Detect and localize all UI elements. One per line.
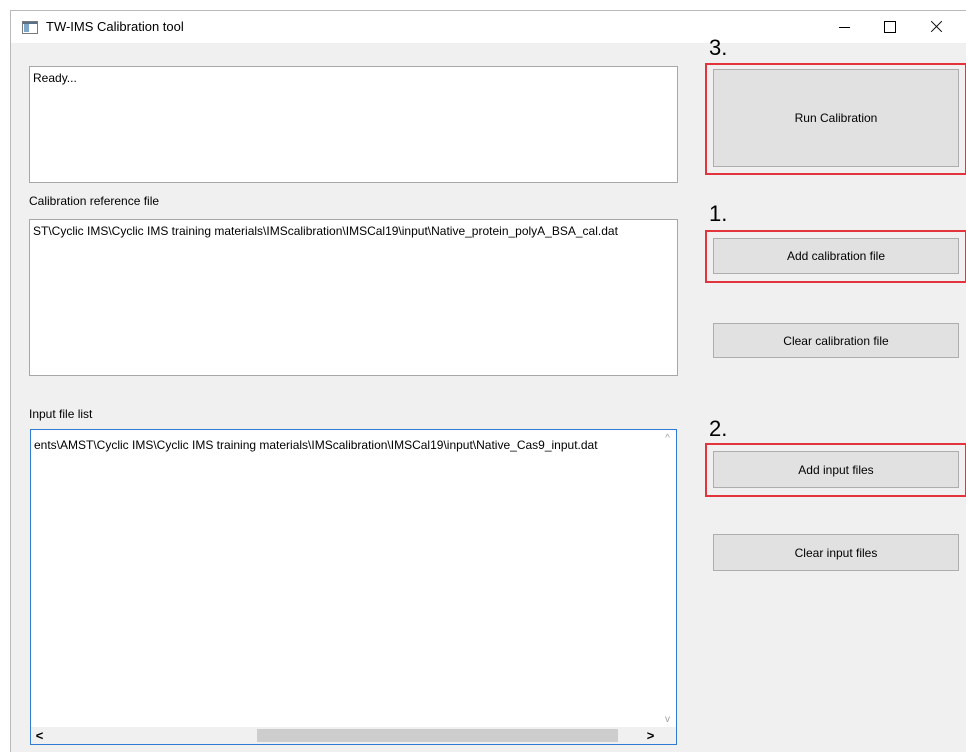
app-icon	[22, 21, 38, 34]
calibration-file-path: ST\Cyclic IMS\Cyclic IMS training materi…	[33, 224, 618, 238]
step-1-label: 1.	[709, 201, 728, 226]
title-bar[interactable]: TW-IMS Calibration tool	[11, 11, 966, 43]
horizontal-scrollbar[interactable]: < >	[31, 727, 659, 744]
input-list-label: Input file list	[29, 407, 93, 421]
step-3-label: 3.	[709, 35, 728, 60]
status-text: Ready...	[33, 71, 77, 85]
add-input-files-button[interactable]: Add input files	[713, 451, 959, 488]
minimize-icon	[838, 26, 850, 28]
clear-input-files-button[interactable]: Clear input files	[713, 534, 959, 571]
maximize-button[interactable]	[867, 11, 913, 43]
input-file-list[interactable]: ents\AMST\Cyclic IMS\Cyclic IMS training…	[30, 429, 677, 745]
add-calibration-file-button[interactable]: Add calibration file	[713, 238, 959, 274]
scroll-down-icon[interactable]: v	[659, 711, 676, 728]
close-icon	[930, 21, 942, 33]
minimize-button[interactable]	[821, 11, 867, 43]
status-box[interactable]: Ready...	[29, 66, 678, 183]
scroll-left-icon[interactable]: <	[31, 727, 48, 744]
run-calibration-button[interactable]: Run Calibration	[713, 69, 959, 167]
clear-calibration-file-button[interactable]: Clear calibration file	[713, 323, 959, 358]
horizontal-scroll-thumb[interactable]	[257, 729, 618, 742]
maximize-icon	[884, 21, 896, 33]
vertical-scrollbar[interactable]: ^ v	[659, 430, 676, 728]
scroll-right-icon[interactable]: >	[642, 727, 659, 744]
scroll-up-icon[interactable]: ^	[659, 430, 676, 447]
calibration-label: Calibration reference file	[29, 194, 160, 208]
close-button[interactable]	[913, 11, 959, 43]
app-window: TW-IMS Calibration tool Ready... Calibra…	[10, 10, 966, 752]
list-item[interactable]: ents\AMST\Cyclic IMS\Cyclic IMS training…	[34, 438, 598, 452]
window-title: TW-IMS Calibration tool	[46, 19, 184, 34]
step-2-label: 2.	[709, 416, 728, 441]
scroll-corner	[659, 727, 676, 744]
calibration-file-box[interactable]: ST\Cyclic IMS\Cyclic IMS training materi…	[29, 219, 678, 376]
